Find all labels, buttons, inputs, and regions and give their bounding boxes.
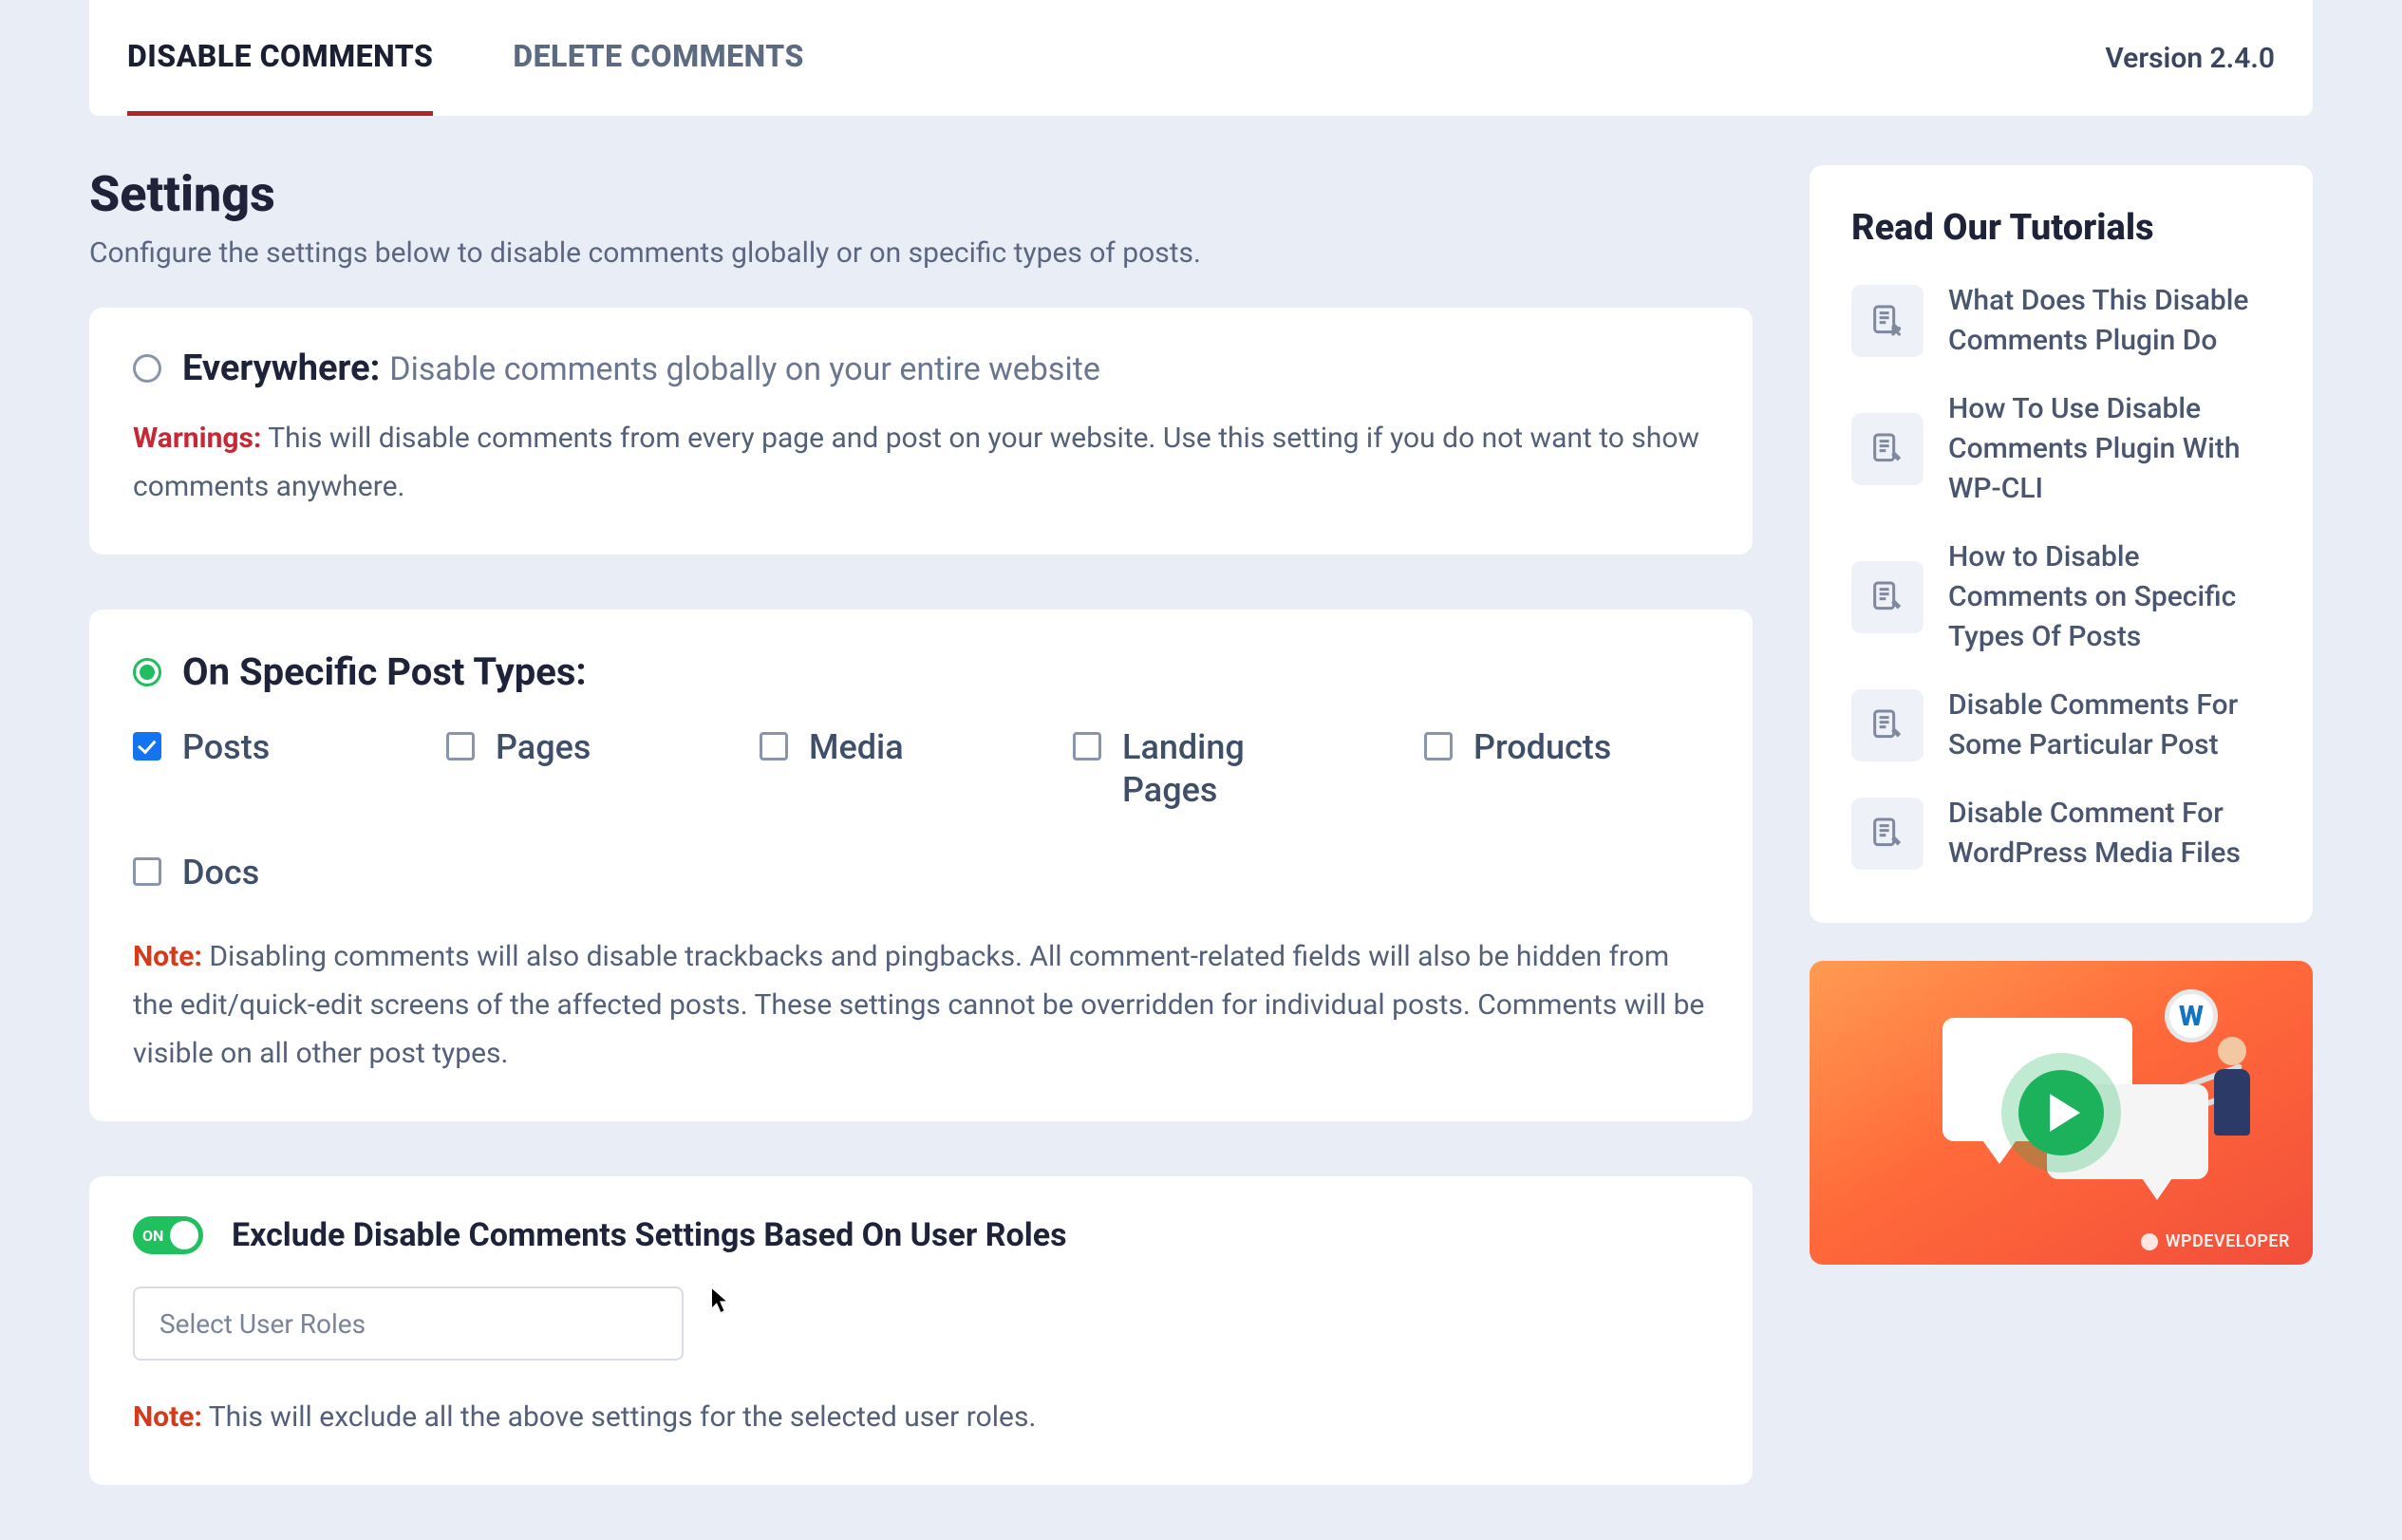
exclude-roles-label: Exclude Disable Comments Settings Based … — [232, 1216, 1067, 1254]
tutorial-link-0[interactable]: What Does This Disable Comments Plugin D… — [1851, 281, 2271, 361]
exclude-roles-note: Note: This will exclude all the above se… — [133, 1393, 1709, 1441]
warnings-text: This will disable comments from every pa… — [133, 422, 1699, 503]
select-user-roles[interactable]: Select User Roles — [133, 1286, 684, 1361]
option-specific-note: Note: Disabling comments will also disab… — [133, 932, 1709, 1078]
note-text: Disabling comments will also disable tra… — [133, 940, 1704, 1070]
checkbox-pages[interactable]: Pages — [446, 726, 636, 812]
document-edit-icon — [1851, 413, 1923, 485]
document-edit-icon — [1851, 689, 1923, 761]
exclude-note-text: This will exclude all the above settings… — [209, 1400, 1037, 1434]
note-tag: Note: — [133, 940, 202, 973]
checkbox-landing-pages[interactable]: Landing Pages — [1073, 726, 1301, 812]
option-everywhere-desc: Disable comments globally on your entire… — [389, 350, 1100, 388]
option-specific-card: On Specific Post Types: Posts Pages Medi… — [89, 610, 1753, 1121]
tutorial-text-1: How To Use Disable Comments Plugin With … — [1948, 389, 2271, 509]
checkbox-media[interactable]: Media — [760, 726, 949, 812]
tutorial-link-3[interactable]: Disable Comments For Some Particular Pos… — [1851, 685, 2271, 765]
option-everywhere-heading: Everywhere: Disable comments globally on… — [182, 347, 1100, 389]
promo-video[interactable]: W WPDEVELOPER — [1810, 961, 2313, 1265]
option-everywhere-warning: Warnings: This will disable comments fro… — [133, 414, 1709, 511]
checkbox-posts-box[interactable] — [133, 732, 161, 761]
checkbox-products[interactable]: Products — [1424, 726, 1614, 812]
tutorial-text-4: Disable Comment For WordPress Media File… — [1948, 794, 2271, 873]
checkbox-media-label: Media — [809, 726, 904, 769]
tab-bar: DISABLE COMMENTS DELETE COMMENTS Version… — [89, 0, 2313, 116]
exclude-roles-card: ON Exclude Disable Comments Settings Bas… — [89, 1176, 1753, 1485]
option-specific-label: On Specific Post Types: — [182, 649, 587, 694]
tutorials-card: Read Our Tutorials What Does This Disabl… — [1810, 165, 2313, 923]
tutorial-link-1[interactable]: How To Use Disable Comments Plugin With … — [1851, 389, 2271, 509]
select-user-roles-placeholder: Select User Roles — [160, 1308, 366, 1340]
checkbox-landing-pages-box[interactable] — [1073, 732, 1101, 761]
tutorial-text-3: Disable Comments For Some Particular Pos… — [1948, 685, 2271, 765]
play-icon[interactable] — [2018, 1070, 2104, 1155]
checkbox-posts-label: Posts — [182, 726, 270, 769]
tutorial-text-0: What Does This Disable Comments Plugin D… — [1948, 281, 2271, 361]
checkbox-media-box[interactable] — [760, 732, 788, 761]
warnings-tag: Warnings: — [133, 422, 261, 455]
checkbox-posts[interactable]: Posts — [133, 726, 323, 812]
tutorial-link-2[interactable]: How to Disable Comments on Specific Type… — [1851, 537, 2271, 657]
checkbox-products-box[interactable] — [1424, 732, 1453, 761]
document-edit-icon — [1851, 285, 1923, 357]
post-type-checkboxes: Posts Pages Media Landing Pages — [133, 726, 1709, 894]
checkbox-pages-label: Pages — [496, 726, 591, 769]
version-label: Version 2.4.0 — [2105, 42, 2275, 75]
radio-specific-post-types[interactable] — [133, 658, 161, 686]
watermark: WPDEVELOPER — [2141, 1231, 2290, 1251]
toggle-on-text: ON — [142, 1227, 163, 1245]
tutorial-text-2: How to Disable Comments on Specific Type… — [1948, 537, 2271, 657]
page-subtitle: Configure the settings below to disable … — [89, 236, 1753, 270]
checkbox-docs[interactable]: Docs — [133, 852, 1709, 894]
page-title: Settings — [89, 165, 1753, 223]
document-edit-icon — [1851, 561, 1923, 633]
tab-disable-comments[interactable]: DISABLE COMMENTS — [127, 0, 433, 116]
option-everywhere-label: Everywhere: — [182, 347, 380, 389]
person-icon — [2208, 1037, 2256, 1151]
toggle-exclude-roles[interactable]: ON — [133, 1216, 203, 1254]
option-everywhere-card: Everywhere: Disable comments globally on… — [89, 308, 1753, 554]
tutorial-link-4[interactable]: Disable Comment For WordPress Media File… — [1851, 794, 2271, 873]
checkbox-docs-box[interactable] — [133, 857, 161, 886]
checkbox-pages-box[interactable] — [446, 732, 475, 761]
tab-delete-comments[interactable]: DELETE COMMENTS — [513, 0, 804, 116]
document-edit-icon — [1851, 798, 1923, 870]
wordpress-icon: W — [2165, 989, 2218, 1042]
checkbox-docs-label: Docs — [182, 852, 259, 894]
exclude-note-tag: Note: — [133, 1400, 202, 1434]
checkbox-landing-pages-label: Landing Pages — [1122, 726, 1301, 812]
checkbox-products-label: Products — [1473, 726, 1611, 769]
radio-everywhere[interactable] — [133, 354, 161, 383]
tutorials-title: Read Our Tutorials — [1851, 207, 2271, 249]
